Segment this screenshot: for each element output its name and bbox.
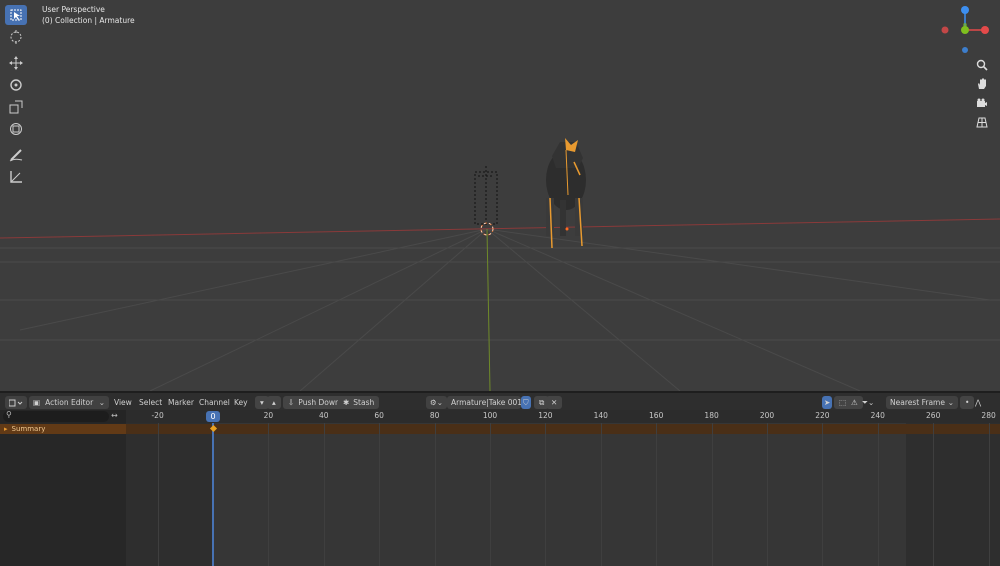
grid-icon[interactable] bbox=[973, 113, 991, 131]
stash-label: Stash bbox=[353, 398, 375, 407]
summary-channel[interactable]: ▸ Summary bbox=[0, 424, 126, 434]
tool-shelf bbox=[5, 5, 29, 189]
keyframe-area[interactable] bbox=[126, 423, 1000, 566]
transform-icon[interactable] bbox=[5, 119, 27, 139]
falloff-icon[interactable]: ⋀ bbox=[975, 396, 981, 409]
zoom-icon[interactable] bbox=[973, 56, 991, 74]
camera-icon[interactable] bbox=[973, 94, 991, 112]
grid-line bbox=[490, 423, 491, 566]
close-icon[interactable]: ✕ bbox=[546, 396, 563, 409]
ruler-tick: 80 bbox=[429, 411, 440, 420]
summary-label: Summary bbox=[11, 425, 46, 433]
ruler-tick: 260 bbox=[926, 411, 941, 420]
annotate-icon[interactable] bbox=[5, 145, 27, 165]
select-box-icon[interactable] bbox=[5, 5, 27, 25]
proportional-edit-icon[interactable]: • bbox=[960, 396, 975, 409]
search-icon: ⚲ bbox=[6, 410, 12, 419]
ruler-tick: 200 bbox=[759, 411, 775, 420]
editor-type-button[interactable] bbox=[5, 396, 27, 409]
rotate-icon[interactable] bbox=[5, 75, 27, 95]
snap-label: Nearest Frame bbox=[890, 398, 945, 407]
menu-view[interactable]: View bbox=[114, 396, 132, 409]
viewport-info: User Perspective (0) Collection | Armatu… bbox=[42, 4, 135, 26]
expand-arrow-icon[interactable]: ▸ bbox=[4, 425, 8, 433]
grid-line bbox=[877, 423, 879, 566]
measure-icon[interactable] bbox=[5, 167, 27, 187]
move-icon[interactable] bbox=[5, 53, 27, 73]
ruler-tick: -20 bbox=[151, 411, 164, 420]
push-down-button[interactable]: ⇩ Push Down bbox=[283, 396, 345, 409]
chevron-down-icon: ⌄ bbox=[947, 398, 954, 407]
stash-icon: ✱ bbox=[343, 398, 350, 407]
ruler-tick: 120 bbox=[538, 411, 553, 420]
grid-line bbox=[157, 423, 159, 566]
ruler-tick: 140 bbox=[593, 411, 608, 420]
action-name-field[interactable]: Armature|Take 001|... bbox=[447, 396, 521, 409]
editor-header: ▣ Action Editor ⌄ View Select Marker Cha… bbox=[0, 391, 1000, 410]
fake-user-shield-icon[interactable]: ⛉ bbox=[521, 396, 531, 409]
ruler-tick: 100 bbox=[482, 411, 498, 420]
ruler-tick: 20 bbox=[263, 411, 274, 420]
grid-line bbox=[379, 423, 381, 566]
grid-line bbox=[711, 423, 713, 566]
ruler-tick: 40 bbox=[319, 411, 329, 420]
grid-line bbox=[545, 423, 547, 566]
ruler-tick: 280 bbox=[981, 411, 996, 420]
grid-line bbox=[268, 423, 270, 566]
warning-icon[interactable]: ⚠ bbox=[846, 396, 863, 409]
dog-model bbox=[546, 138, 586, 249]
swap-icon[interactable]: ↔ bbox=[111, 411, 118, 420]
playhead-line[interactable] bbox=[212, 423, 214, 566]
stash-button[interactable]: ✱ Stash bbox=[338, 396, 380, 409]
ruler-tick: 160 bbox=[649, 411, 664, 420]
summary-strip bbox=[126, 424, 1000, 434]
hand-pan-icon[interactable] bbox=[973, 75, 991, 93]
action-icon: ⚙⌄ bbox=[430, 398, 444, 407]
menu-channel[interactable]: Channel bbox=[199, 396, 230, 409]
action-browse-button[interactable]: ⚙⌄ bbox=[426, 396, 448, 409]
ruler-tick: 240 bbox=[870, 411, 885, 420]
layer-down-icon[interactable]: ▴ bbox=[267, 396, 281, 409]
filter-icon[interactable]: ⏷⌄ bbox=[862, 396, 874, 409]
snap-dropdown[interactable]: Nearest Frame ⌄ bbox=[886, 396, 958, 409]
outside-range-right bbox=[905, 423, 1000, 566]
push-down-icon: ⇩ bbox=[288, 398, 295, 407]
grid-line bbox=[600, 423, 602, 566]
frame-ruler[interactable]: 0 -20 20 40 60 80 100 120 140 160 180 200 220 240 260… bbox=[126, 410, 1000, 423]
grid-line bbox=[323, 423, 325, 566]
mode-label: Action Editor bbox=[45, 398, 94, 407]
grid-line bbox=[434, 423, 436, 566]
ruler-tick: 180 bbox=[704, 411, 719, 420]
grid-line bbox=[933, 423, 935, 566]
3d-viewport[interactable]: User Perspective (0) Collection | Armatu… bbox=[0, 0, 1000, 391]
ruler-tick: 220 bbox=[815, 411, 830, 420]
outside-range-left bbox=[126, 423, 213, 566]
grid-line bbox=[822, 423, 824, 566]
menu-key[interactable]: Key bbox=[234, 396, 248, 409]
collection-label: (0) Collection | Armature bbox=[42, 16, 135, 25]
only-selected-icon[interactable]: ➤ bbox=[822, 396, 833, 409]
ruler-tick: 60 bbox=[374, 411, 384, 420]
menu-select[interactable]: Select bbox=[139, 396, 162, 409]
chevron-down-icon: ⌄ bbox=[98, 398, 105, 407]
grid-line bbox=[988, 423, 990, 566]
dopesheet-icon: ▣ bbox=[33, 398, 41, 407]
channel-search-input[interactable]: ⚲ bbox=[3, 410, 109, 422]
current-frame-indicator[interactable]: 0 bbox=[206, 411, 220, 422]
menu-marker[interactable]: Marker bbox=[168, 396, 194, 409]
navigation-buttons bbox=[973, 56, 991, 132]
perspective-label: User Perspective bbox=[42, 5, 105, 14]
cursor-icon[interactable] bbox=[5, 27, 27, 47]
channel-list: ▸ Summary bbox=[0, 423, 126, 566]
grid-line bbox=[767, 423, 768, 566]
mode-dropdown[interactable]: ▣ Action Editor ⌄ bbox=[29, 396, 109, 409]
action-editor: ▣ Action Editor ⌄ View Select Marker Cha… bbox=[0, 391, 1000, 566]
navigation-gizmo[interactable] bbox=[938, 3, 994, 59]
scale-icon[interactable] bbox=[5, 97, 27, 117]
push-down-label: Push Down bbox=[298, 398, 340, 407]
grid-line bbox=[656, 423, 658, 566]
viewport-scene bbox=[0, 138, 1000, 391]
